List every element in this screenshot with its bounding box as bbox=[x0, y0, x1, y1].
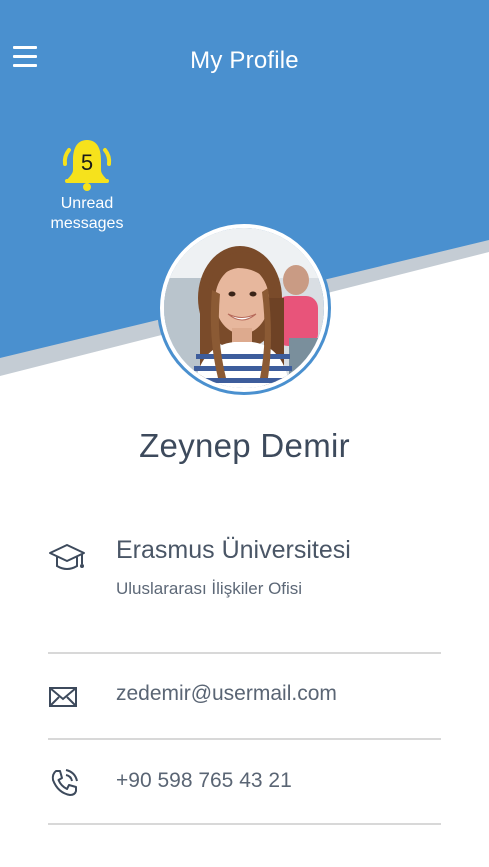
graduation-cap-icon bbox=[49, 544, 85, 570]
divider bbox=[48, 738, 441, 740]
unread-messages-badge[interactable]: 5 Unread messages bbox=[40, 136, 134, 234]
divider bbox=[48, 823, 441, 825]
avatar[interactable] bbox=[157, 221, 331, 395]
divider bbox=[48, 652, 441, 654]
unread-label: Unread messages bbox=[40, 194, 134, 234]
profile-name: Zeynep Demir bbox=[139, 427, 350, 464]
unread-label-line2: messages bbox=[50, 215, 124, 232]
email-text: zedemir@usermail.com bbox=[116, 682, 337, 705]
avatar-photo bbox=[160, 224, 328, 392]
university-name: Erasmus Üniversitesi bbox=[116, 536, 351, 564]
department-name: Uluslararası İlişkiler Ofisi bbox=[116, 579, 303, 598]
phone-icon bbox=[51, 769, 78, 796]
unread-count: 5 bbox=[80, 150, 94, 175]
envelope-icon bbox=[49, 687, 77, 707]
unread-label-line1: Unread bbox=[60, 195, 114, 212]
phone-text: +90 598 765 43 21 bbox=[116, 769, 292, 792]
bell-icon: 5 bbox=[59, 136, 115, 194]
page-title: My Profile bbox=[190, 47, 299, 74]
